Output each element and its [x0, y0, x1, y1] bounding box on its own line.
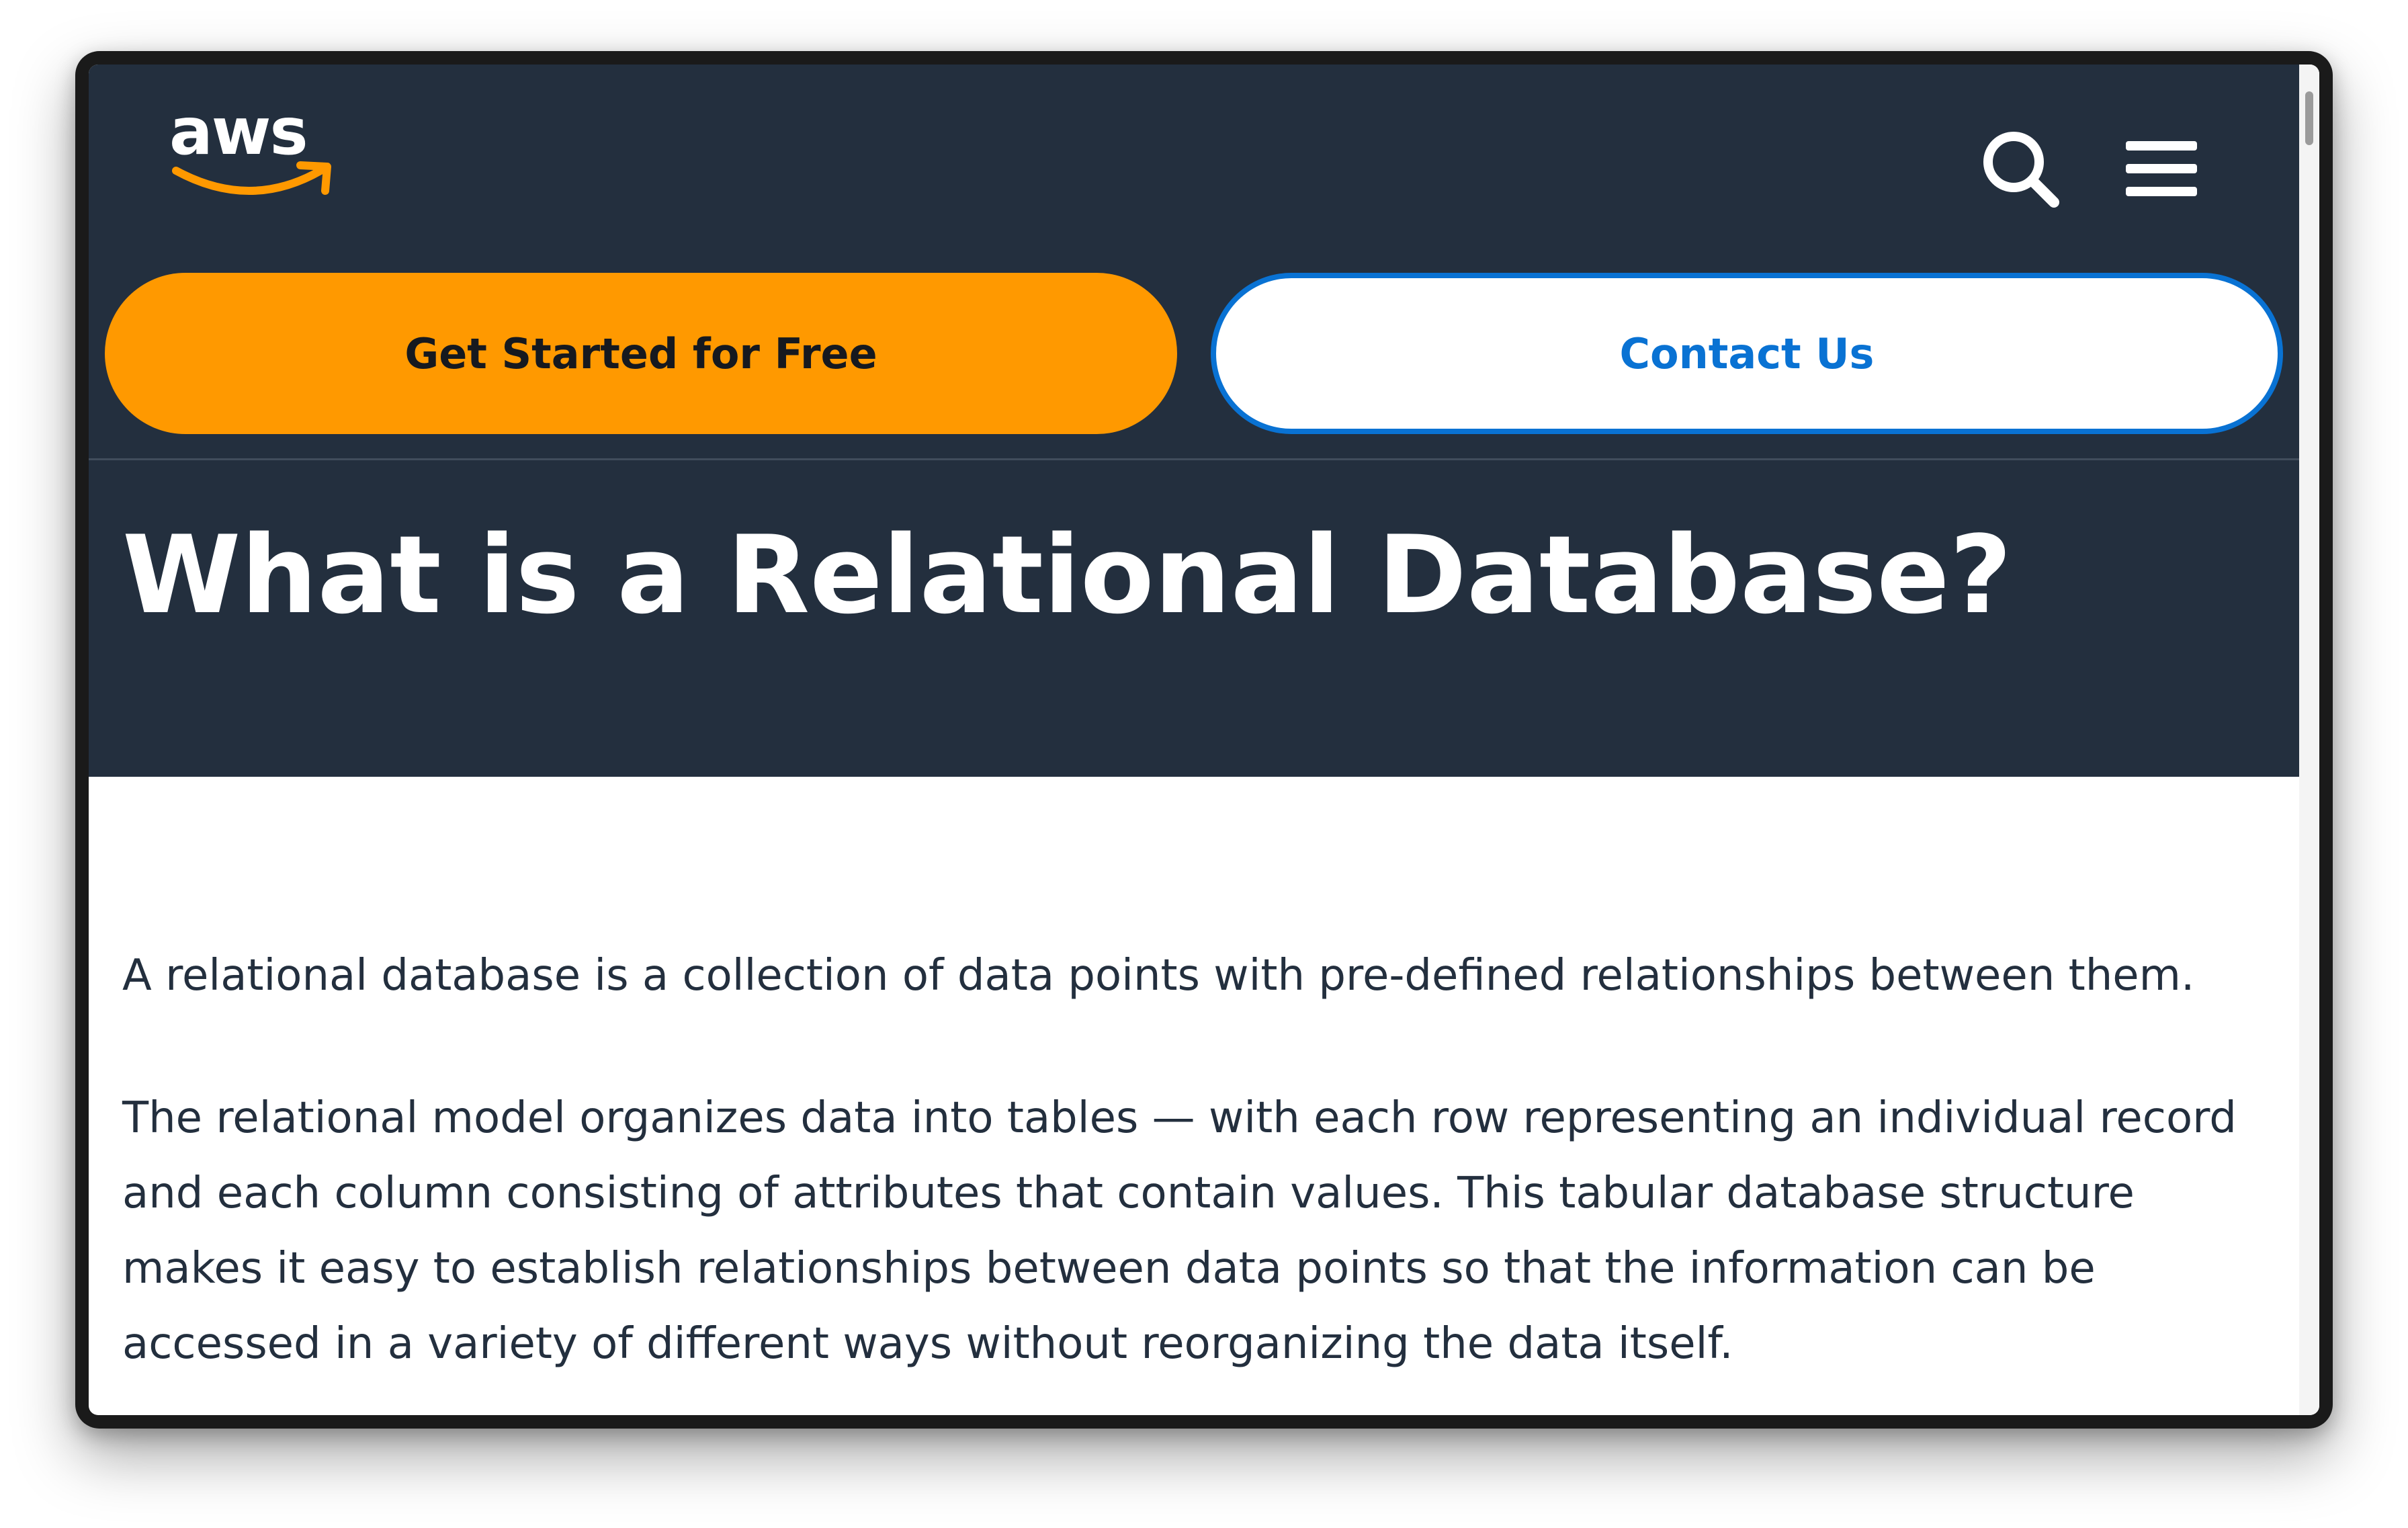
get-started-button[interactable]: Get Started for Free	[105, 273, 1177, 434]
article-body: A relational database is a collection of…	[122, 938, 2259, 1415]
web-page: aws Get Started for Free Contact Us What…	[89, 65, 2299, 1415]
intro-paragraph: A relational database is a collection of…	[122, 951, 2195, 1001]
smile-arrow-icon	[172, 161, 331, 195]
cta-button-row: Get Started for Free Contact Us	[89, 259, 2299, 434]
site-header: aws Get Started for Free Contact Us What…	[89, 65, 2299, 777]
search-icon	[1983, 132, 2059, 208]
menu-button[interactable]	[2118, 125, 2205, 212]
body-paragraph: The relational model organizes data into…	[122, 1093, 2237, 1369]
hamburger-menu-icon	[2126, 141, 2197, 196]
page-title: What is a Relational Database?	[122, 512, 2012, 638]
screenshot-stage: aws Get Started for Free Contact Us What…	[0, 0, 2408, 1528]
search-button[interactable]	[1977, 125, 2064, 212]
device-frame: aws Get Started for Free Contact Us What…	[75, 51, 2333, 1429]
browser-viewport: aws Get Started for Free Contact Us What…	[89, 65, 2319, 1415]
header-divider	[89, 458, 2299, 460]
contact-us-button[interactable]: Contact Us	[1211, 273, 2283, 434]
aws-logo[interactable]: aws	[169, 91, 344, 206]
scrollbar-thumb[interactable]	[2305, 91, 2313, 145]
vertical-scrollbar[interactable]	[2299, 65, 2319, 1415]
